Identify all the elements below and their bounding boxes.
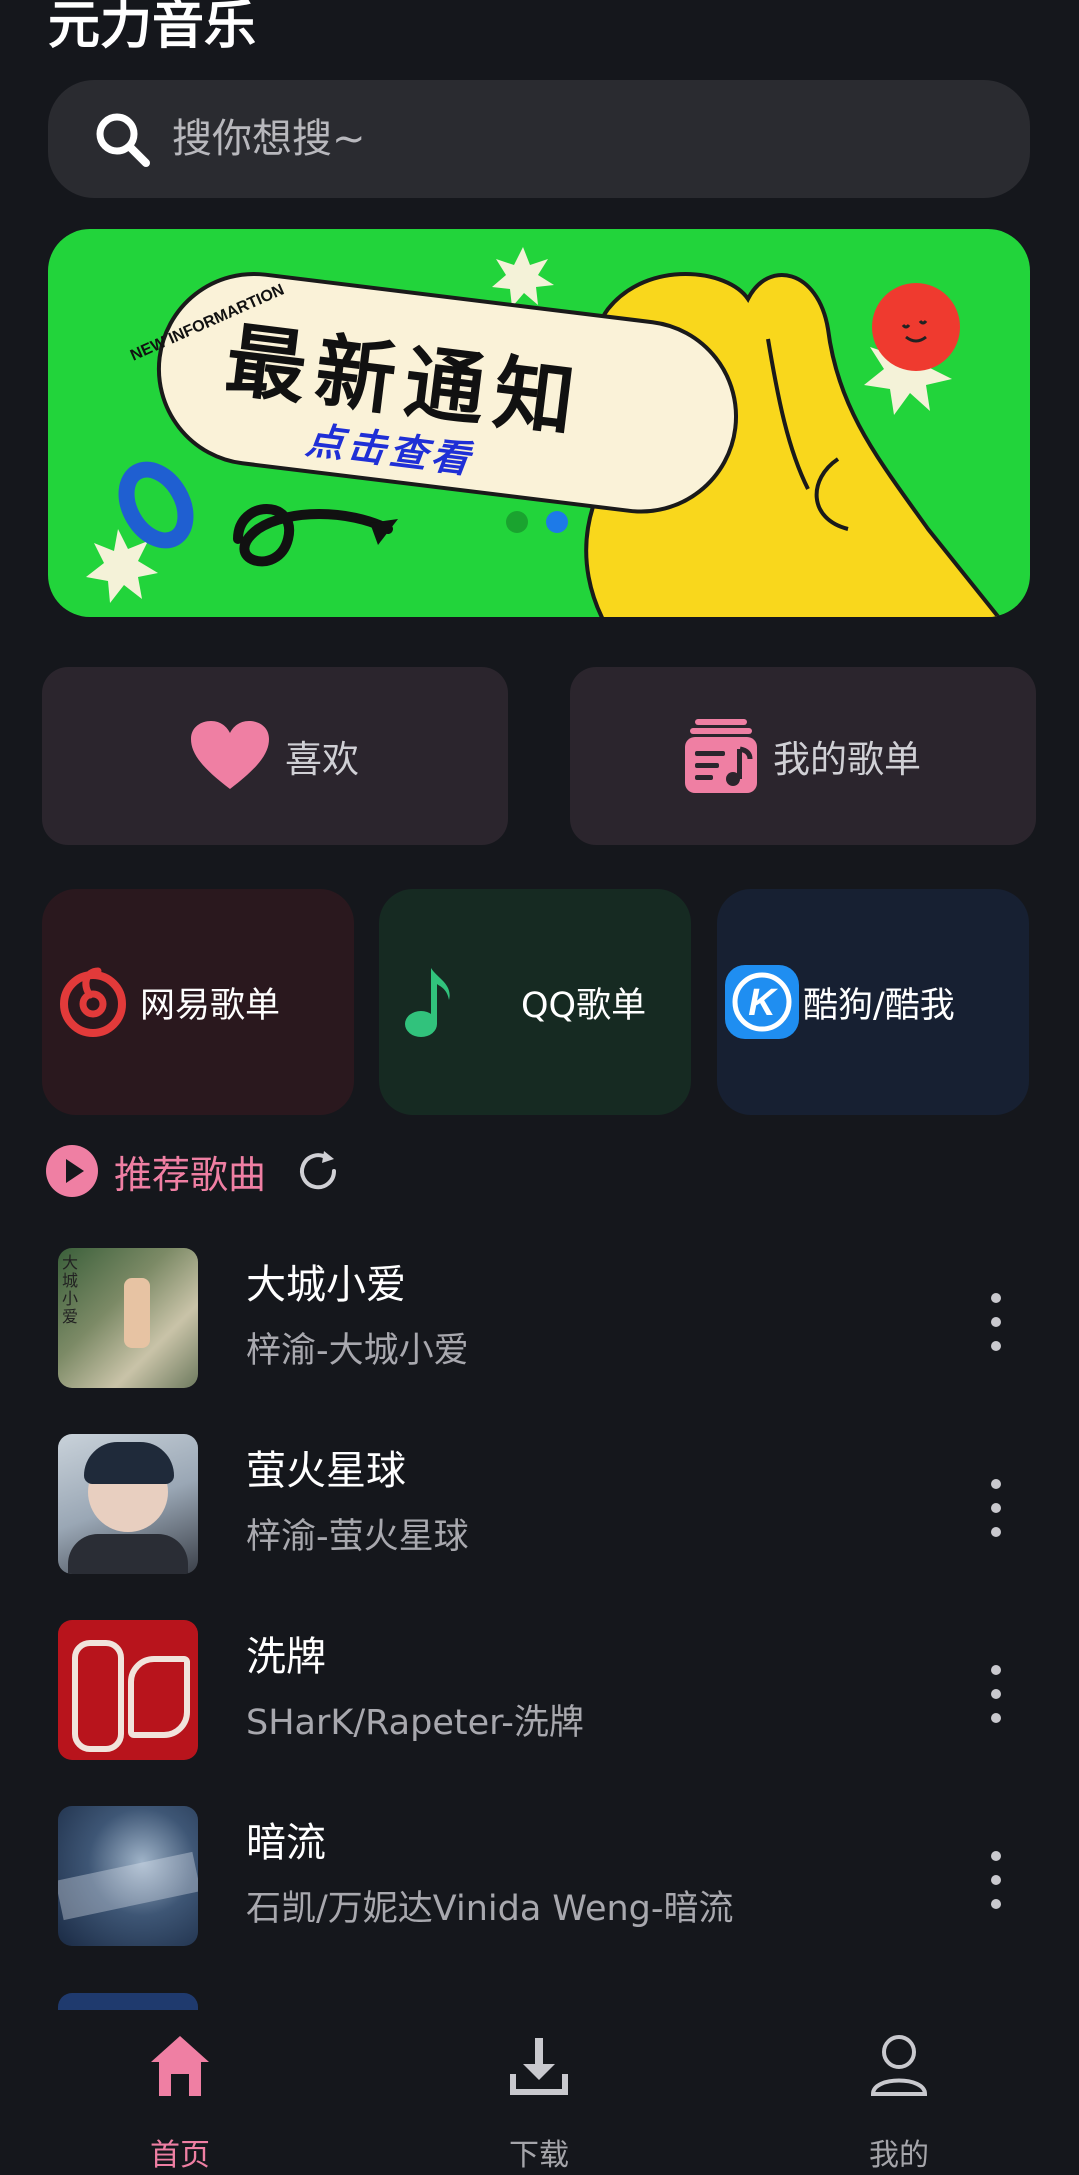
song-artist: 梓渝-大城小爱: [246, 1331, 469, 1371]
song-title: 大城小爱: [246, 1262, 406, 1308]
svg-text:K: K: [748, 982, 778, 1024]
qq-label: QQ歌单: [521, 985, 647, 1026]
more-options-icon[interactable]: [986, 1292, 1006, 1352]
my-playlist-label: 我的歌单: [773, 738, 921, 781]
notice-banner[interactable]: NEW INFORMARTION 最新通知 点击查看: [48, 229, 1030, 617]
song-row[interactable]: 洗牌 SHarK/Rapeter-洗牌: [0, 1620, 1079, 1780]
song-title: 洗牌: [246, 1634, 326, 1680]
album-cover-partial: [58, 1993, 198, 2010]
recommend-header: 推荐歌曲: [46, 1144, 340, 1198]
bottom-tab-bar: 首页 下载 我的: [0, 2010, 1079, 2175]
netease-playlist-card[interactable]: 网易歌单: [42, 889, 354, 1115]
netease-icon: [60, 967, 126, 1037]
song-title: 暗流: [246, 1820, 326, 1866]
song-artist: 石凯/万妮达Vinida Weng-暗流: [246, 1889, 734, 1929]
song-row[interactable]: 大城小爱 大城小爱 梓渝-大城小爱: [0, 1248, 1079, 1408]
app-title: 元力音乐: [48, 0, 257, 56]
album-cover: 大城小爱: [58, 1248, 198, 1388]
more-options-icon[interactable]: [986, 1478, 1006, 1538]
tab-download-label: 下载: [509, 2138, 569, 2173]
album-cover: [58, 1434, 198, 1574]
kugou-label: 酷狗/酷我: [803, 985, 955, 1026]
kugou-icon: K: [725, 965, 799, 1039]
profile-icon: [870, 2035, 928, 2096]
favorites-card[interactable]: 喜欢: [42, 667, 508, 845]
search-icon: [96, 113, 150, 167]
refresh-icon[interactable]: [296, 1149, 340, 1193]
song-row[interactable]: 暗流 石凯/万妮达Vinida Weng-暗流: [0, 1806, 1079, 1966]
my-playlist-card[interactable]: 我的歌单: [570, 667, 1036, 845]
search-bar[interactable]: [48, 80, 1030, 198]
qq-playlist-card[interactable]: QQ歌单: [379, 889, 691, 1115]
tab-profile[interactable]: 我的: [819, 2034, 979, 2174]
pagination-dot[interactable]: [506, 511, 528, 533]
tab-home[interactable]: 首页: [100, 2034, 260, 2174]
banner-pagination: [506, 511, 568, 533]
more-options-icon[interactable]: [986, 1664, 1006, 1724]
album-cover: [58, 1806, 198, 1946]
qq-music-icon: [405, 968, 450, 1037]
tab-home-label: 首页: [150, 2138, 210, 2173]
search-input[interactable]: [170, 115, 974, 163]
song-artist: 梓渝-萤火星球: [246, 1517, 469, 1557]
song-row[interactable]: 萤火星球 梓渝-萤火星球: [0, 1434, 1079, 1594]
favorites-label: 喜欢: [285, 738, 359, 781]
play-circle-icon[interactable]: [46, 1145, 98, 1197]
pagination-dot-active[interactable]: [546, 511, 568, 533]
tab-download[interactable]: 下载: [459, 2034, 619, 2174]
tab-profile-label: 我的: [869, 2138, 929, 2173]
cover-vertical-text: 大城小爱: [62, 1253, 79, 1326]
heart-icon: [191, 721, 269, 789]
download-icon: [510, 2038, 568, 2095]
home-icon: [151, 2036, 209, 2096]
song-artist: SHarK/Rapeter-洗牌: [246, 1703, 584, 1743]
kugou-kuwo-playlist-card[interactable]: K 酷狗/酷我: [717, 889, 1029, 1115]
more-options-icon[interactable]: [986, 1850, 1006, 1910]
netease-label: 网易歌单: [140, 985, 281, 1026]
song-title: 萤火星球: [246, 1448, 406, 1494]
recommend-title: 推荐歌曲: [114, 1152, 267, 1197]
playlist-icon: [685, 719, 757, 793]
album-cover: [58, 1620, 198, 1760]
